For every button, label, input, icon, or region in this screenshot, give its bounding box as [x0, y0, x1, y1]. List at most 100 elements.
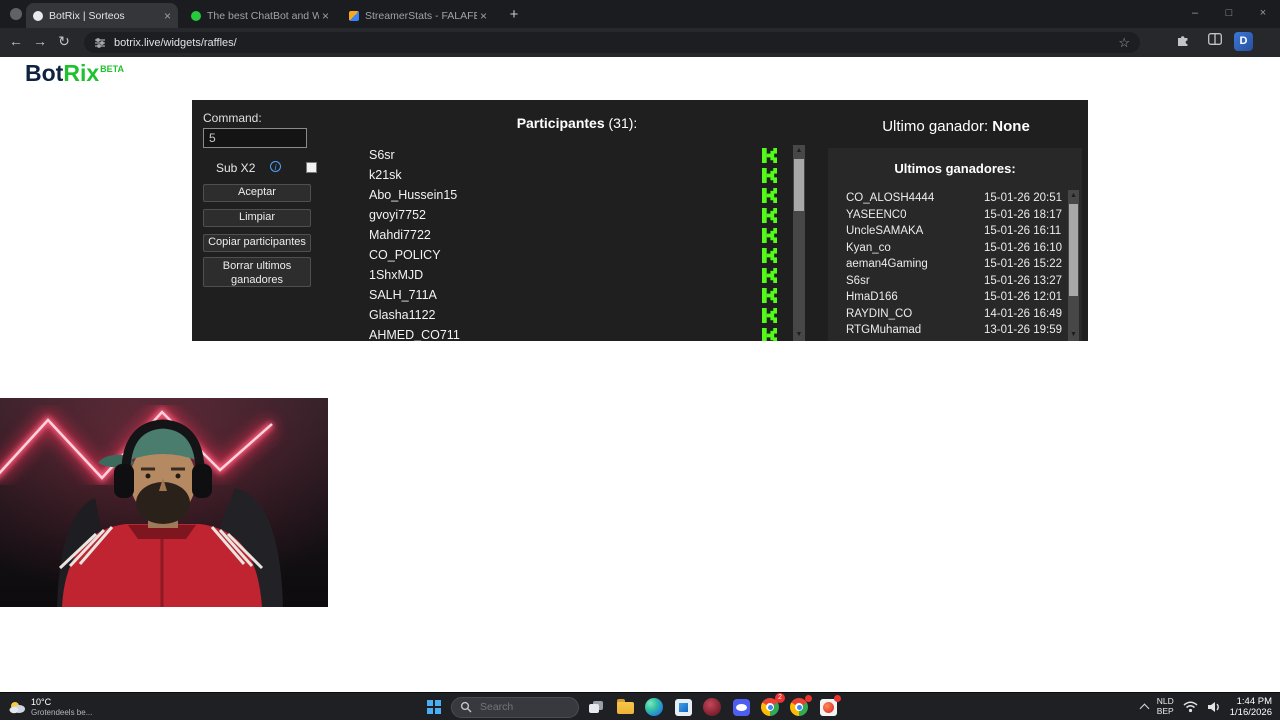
logo-beta-badge: BETA — [100, 64, 124, 74]
kick-icon — [762, 147, 777, 163]
url-text: botrix.live/widgets/raffles/ — [114, 36, 237, 49]
scrollbar-thumb[interactable] — [794, 159, 804, 211]
taskbar-clock[interactable]: 1:44 PM 1/16/2026 — [1230, 696, 1272, 719]
task-view-icon — [589, 701, 603, 713]
participant-name: CO_POLICY — [369, 248, 441, 262]
streamerstats-favicon-icon — [349, 10, 359, 21]
task-view-button[interactable] — [584, 695, 608, 719]
app-button-1[interactable] — [671, 695, 695, 719]
app-icon-blue — [732, 698, 750, 716]
search-input[interactable] — [478, 700, 558, 714]
delete-winners-button[interactable]: Borrar ultimos ganadores — [203, 257, 311, 287]
tab-chatbot[interactable]: The best ChatBot and Widgets × — [184, 3, 336, 28]
back-icon[interactable]: ← — [6, 33, 26, 49]
tab-close-icon[interactable]: × — [480, 9, 487, 23]
screen: BotRix | Sorteos × The best ChatBot and … — [0, 0, 1280, 720]
tab-close-icon[interactable]: × — [322, 9, 329, 23]
notification-dot — [834, 695, 841, 702]
botrix-favicon-icon — [33, 10, 43, 21]
winners-list: CO_ALOSH4444 15-01-26 20:51 YASEENC0 15-… — [828, 190, 1068, 341]
scrollbar-thumb[interactable] — [1069, 204, 1078, 296]
notification-badge: 2 — [775, 693, 785, 703]
winner-row: CO_ALOSH4444 15-01-26 20:51 — [828, 190, 1068, 207]
participant-name: 1ShxMJD — [369, 268, 424, 282]
winner-row: RTGMuhamad 13-01-26 19:59 — [828, 322, 1068, 339]
tab-label: BotRix | Sorteos — [49, 9, 125, 22]
participants-header: Participantes (31): — [417, 115, 737, 131]
tab-search-button[interactable] — [10, 8, 22, 20]
winner-row: RAYDIN_CO 14-01-26 16:49 — [828, 306, 1068, 323]
window-minimize-button[interactable]: – — [1178, 0, 1212, 28]
window-maximize-button[interactable]: □ — [1212, 0, 1246, 28]
refresh-icon[interactable]: ↻ — [54, 33, 74, 50]
window-close-button[interactable]: × — [1246, 0, 1280, 28]
start-button[interactable] — [422, 695, 446, 719]
kick-icon — [762, 267, 777, 283]
winner-date: 15-01-26 12:01 — [984, 291, 1063, 304]
winner-date: 15-01-26 16:10 — [984, 241, 1063, 254]
info-icon[interactable]: i — [270, 161, 281, 172]
forward-icon[interactable]: → — [30, 33, 50, 49]
system-tray: NLD BEP 1:44 PM 1/16/2026 — [1139, 693, 1272, 720]
participant-name: SALH_711A — [369, 288, 437, 302]
command-input[interactable] — [203, 128, 307, 148]
kick-icon — [762, 167, 777, 183]
command-label: Command: — [203, 111, 262, 125]
address-bar[interactable]: botrix.live/widgets/raffles/ ☆ — [84, 32, 1140, 53]
search-icon — [460, 701, 472, 713]
accept-button[interactable]: Aceptar — [203, 184, 311, 202]
winner-name: S6sr — [846, 274, 870, 287]
site-info-icon[interactable] — [94, 37, 106, 49]
tab-streamerstats[interactable]: StreamerStats - FALAFELCO Pr... × — [342, 3, 494, 28]
bookmark-star-icon[interactable]: ☆ — [1118, 35, 1130, 51]
winner-name: YASEENC0 — [846, 208, 907, 221]
kick-icon — [762, 247, 777, 263]
scroll-up-icon[interactable]: ▲ — [1068, 190, 1079, 202]
scroll-up-icon[interactable]: ▲ — [793, 145, 805, 157]
winners-box: Ultimos ganadores: CO_ALOSH4444 15-01-26… — [828, 148, 1082, 341]
weather-widget[interactable]: 10°C Grotendeels be... — [8, 694, 92, 720]
app-button-4[interactable] — [816, 695, 841, 719]
language-line2: BEP — [1156, 706, 1174, 716]
sub-x2-label: Sub X2 — [216, 161, 256, 175]
scroll-down-icon[interactable]: ▼ — [793, 329, 805, 341]
weather-desc: Grotendeels be... — [31, 707, 93, 717]
participant-row: CO_POLICY — [365, 245, 793, 265]
browser-app-button-1[interactable]: 2 — [758, 693, 785, 719]
clock-time: 1:44 PM — [1236, 695, 1272, 707]
tab-close-icon[interactable]: × — [164, 9, 171, 23]
split-screen-icon[interactable] — [1208, 33, 1222, 45]
winners-scrollbar[interactable]: ▲ ▼ — [1068, 190, 1079, 341]
app-button-3[interactable] — [729, 695, 753, 719]
windows-taskbar: 10°C Grotendeels be... Search 2 NLD BEP … — [0, 692, 1280, 720]
scroll-down-icon[interactable]: ▼ — [1068, 329, 1079, 341]
copy-participants-button[interactable]: Copiar participantes — [203, 234, 311, 252]
winner-date: 15-01-26 20:51 — [984, 192, 1063, 205]
taskbar-search[interactable] — [451, 696, 579, 718]
tab-botrix[interactable]: BotRix | Sorteos × — [26, 3, 178, 28]
extensions-icon[interactable] — [1176, 33, 1190, 47]
last-winner-label: Ultimo ganador: — [882, 118, 989, 135]
file-explorer-button[interactable] — [613, 695, 637, 719]
participants-title: Participantes — [516, 115, 605, 131]
clear-button[interactable]: Limpiar — [203, 209, 311, 227]
last-winner-value: None — [992, 118, 1030, 135]
language-indicator[interactable]: NLD BEP — [1156, 696, 1174, 717]
app-button-2[interactable] — [700, 695, 724, 719]
sub-x2-checkbox[interactable] — [306, 162, 317, 173]
browser-profile-avatar[interactable]: D — [1234, 32, 1253, 51]
participant-row: S6sr — [365, 145, 793, 165]
participants-scrollbar[interactable]: ▲ ▼ — [793, 145, 805, 341]
last-winner-header: Ultimo ganador: None — [830, 118, 1082, 135]
hidden-icons-chevron[interactable] — [1139, 703, 1150, 714]
new-tab-button[interactable]: + — [503, 4, 525, 26]
volume-icon[interactable] — [1207, 701, 1221, 713]
participant-row: k21sk — [365, 165, 793, 185]
tab-label: The best ChatBot and Widgets — [207, 9, 319, 22]
participant-row: Mahdi7722 — [365, 225, 793, 245]
browser-app-button-2[interactable] — [787, 695, 812, 719]
webcam-preview — [0, 398, 328, 607]
edge-button[interactable] — [642, 695, 666, 719]
kick-icon — [762, 327, 777, 341]
wifi-icon[interactable] — [1183, 701, 1198, 713]
